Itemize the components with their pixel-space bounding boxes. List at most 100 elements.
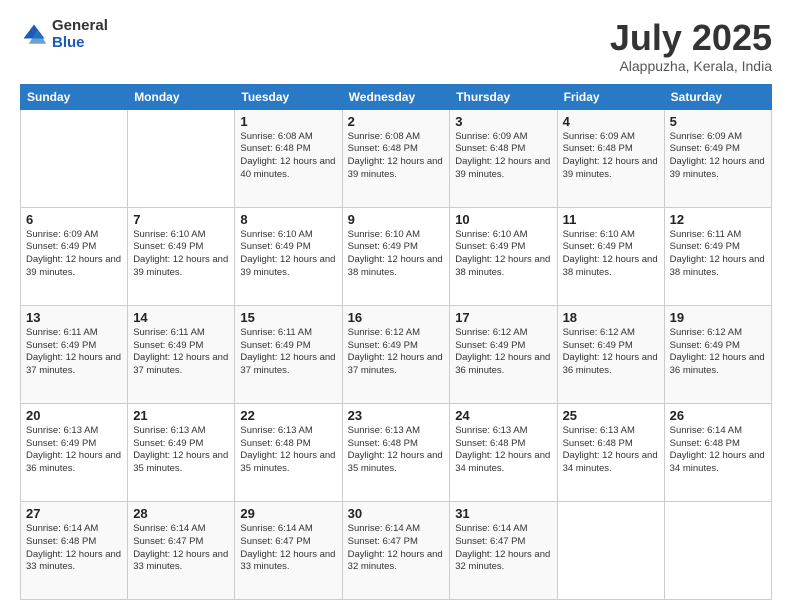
day-number: 16 <box>348 310 445 325</box>
weekday-header-sunday: Sunday <box>21 84 128 109</box>
day-info: Sunrise: 6:13 AM Sunset: 6:49 PM Dayligh… <box>133 425 229 476</box>
day-number: 21 <box>133 408 229 423</box>
weekday-header-saturday: Saturday <box>664 84 771 109</box>
calendar-cell: 4 Sunrise: 6:09 AM Sunset: 6:48 PM Daylig… <box>557 109 664 207</box>
calendar-week-3: 13Sunrise: 6:11 AM Sunset: 6:49 PM Dayli… <box>21 305 772 403</box>
title-block: July 2025 Alappuzha, Kerala, India <box>610 18 772 74</box>
day-info: Sunrise: 6:14 AM Sunset: 6:47 PM Dayligh… <box>455 523 551 574</box>
calendar-cell: 27 Sunrise: 6:14 AM Sunset: 6:48 PM Dayli… <box>21 501 128 599</box>
calendar-cell: 24 Sunrise: 6:13 AM Sunset: 6:48 PM Dayli… <box>450 403 557 501</box>
day-info: Sunrise: 6:08 AM Sunset: 6:48 PM Dayligh… <box>240 131 336 182</box>
calendar-cell: 5Sunrise: 6:09 AM Sunset: 6:49 PM Daylig… <box>664 109 771 207</box>
day-number: 23 <box>348 408 445 423</box>
day-number: 19 <box>670 310 766 325</box>
weekday-header-wednesday: Wednesday <box>342 84 450 109</box>
day-number: 2 <box>348 114 445 129</box>
day-number: 7 <box>133 212 229 227</box>
logo-text: General Blue <box>52 18 108 51</box>
day-info: Sunrise: 6:09 AM Sunset: 6:48 PM Dayligh… <box>563 131 659 182</box>
day-info: Sunrise: 6:08 AM Sunset: 6:48 PM Dayligh… <box>348 131 445 182</box>
calendar-cell: 28 Sunrise: 6:14 AM Sunset: 6:47 PM Dayli… <box>128 501 235 599</box>
calendar-cell: 23Sunrise: 6:13 AM Sunset: 6:48 PM Dayli… <box>342 403 450 501</box>
calendar-cell: 10Sunrise: 6:10 AM Sunset: 6:49 PM Dayli… <box>450 207 557 305</box>
calendar-body: 1Sunrise: 6:08 AM Sunset: 6:48 PM Daylig… <box>21 109 772 599</box>
day-info: Sunrise: 6:09 AM Sunset: 6:49 PM Dayligh… <box>26 229 122 280</box>
weekday-header-monday: Monday <box>128 84 235 109</box>
calendar-cell: 3 Sunrise: 6:09 AM Sunset: 6:48 PM Daylig… <box>450 109 557 207</box>
day-number: 4 <box>563 114 659 129</box>
calendar-cell: 25Sunrise: 6:13 AM Sunset: 6:48 PM Dayli… <box>557 403 664 501</box>
day-info: Sunrise: 6:14 AM Sunset: 6:48 PM Dayligh… <box>670 425 766 476</box>
top-bar: General Blue July 2025 Alappuzha, Kerala… <box>20 18 772 74</box>
day-number: 18 <box>563 310 659 325</box>
location-subtitle: Alappuzha, Kerala, India <box>610 58 772 74</box>
day-number: 24 <box>455 408 551 423</box>
day-number: 28 <box>133 506 229 521</box>
day-info: Sunrise: 6:12 AM Sunset: 6:49 PM Dayligh… <box>563 327 659 378</box>
day-number: 11 <box>563 212 659 227</box>
logo-general: General <box>52 18 108 35</box>
day-number: 15 <box>240 310 336 325</box>
calendar-cell <box>128 109 235 207</box>
calendar-cell: 8 Sunrise: 6:10 AM Sunset: 6:49 PM Daylig… <box>235 207 342 305</box>
calendar-cell <box>557 501 664 599</box>
calendar-cell: 1Sunrise: 6:08 AM Sunset: 6:48 PM Daylig… <box>235 109 342 207</box>
calendar-cell: 18 Sunrise: 6:12 AM Sunset: 6:49 PM Dayli… <box>557 305 664 403</box>
calendar-cell: 16 Sunrise: 6:12 AM Sunset: 6:49 PM Dayli… <box>342 305 450 403</box>
day-info: Sunrise: 6:10 AM Sunset: 6:49 PM Dayligh… <box>455 229 551 280</box>
day-info: Sunrise: 6:13 AM Sunset: 6:48 PM Dayligh… <box>455 425 551 476</box>
calendar-header: SundayMondayTuesdayWednesdayThursdayFrid… <box>21 84 772 109</box>
month-title: July 2025 <box>610 18 772 58</box>
calendar-week-2: 6 Sunrise: 6:09 AM Sunset: 6:49 PM Daylig… <box>21 207 772 305</box>
calendar-cell: 31Sunrise: 6:14 AM Sunset: 6:47 PM Dayli… <box>450 501 557 599</box>
day-number: 3 <box>455 114 551 129</box>
day-info: Sunrise: 6:12 AM Sunset: 6:49 PM Dayligh… <box>348 327 445 378</box>
day-info: Sunrise: 6:11 AM Sunset: 6:49 PM Dayligh… <box>670 229 766 280</box>
logo-blue: Blue <box>52 35 108 52</box>
calendar-cell <box>21 109 128 207</box>
day-number: 27 <box>26 506 122 521</box>
weekday-header-thursday: Thursday <box>450 84 557 109</box>
day-info: Sunrise: 6:13 AM Sunset: 6:49 PM Dayligh… <box>26 425 122 476</box>
day-info: Sunrise: 6:09 AM Sunset: 6:48 PM Dayligh… <box>455 131 551 182</box>
day-number: 30 <box>348 506 445 521</box>
calendar-week-5: 27 Sunrise: 6:14 AM Sunset: 6:48 PM Dayli… <box>21 501 772 599</box>
day-number: 22 <box>240 408 336 423</box>
calendar-cell: 19 Sunrise: 6:12 AM Sunset: 6:49 PM Dayli… <box>664 305 771 403</box>
weekday-row: SundayMondayTuesdayWednesdayThursdayFrid… <box>21 84 772 109</box>
page: General Blue July 2025 Alappuzha, Kerala… <box>0 0 792 612</box>
calendar-cell <box>664 501 771 599</box>
day-number: 6 <box>26 212 122 227</box>
day-number: 17 <box>455 310 551 325</box>
day-info: Sunrise: 6:14 AM Sunset: 6:48 PM Dayligh… <box>26 523 122 574</box>
calendar-cell: 15 Sunrise: 6:11 AM Sunset: 6:49 PM Dayli… <box>235 305 342 403</box>
day-info: Sunrise: 6:12 AM Sunset: 6:49 PM Dayligh… <box>670 327 766 378</box>
day-info: Sunrise: 6:11 AM Sunset: 6:49 PM Dayligh… <box>26 327 122 378</box>
calendar-cell: 29Sunrise: 6:14 AM Sunset: 6:47 PM Dayli… <box>235 501 342 599</box>
calendar-cell: 9Sunrise: 6:10 AM Sunset: 6:49 PM Daylig… <box>342 207 450 305</box>
calendar-cell: 17 Sunrise: 6:12 AM Sunset: 6:49 PM Dayli… <box>450 305 557 403</box>
day-number: 8 <box>240 212 336 227</box>
calendar-cell: 14Sunrise: 6:11 AM Sunset: 6:49 PM Dayli… <box>128 305 235 403</box>
weekday-header-friday: Friday <box>557 84 664 109</box>
day-number: 25 <box>563 408 659 423</box>
calendar-cell: 30Sunrise: 6:14 AM Sunset: 6:47 PM Dayli… <box>342 501 450 599</box>
day-info: Sunrise: 6:09 AM Sunset: 6:49 PM Dayligh… <box>670 131 766 182</box>
day-info: Sunrise: 6:14 AM Sunset: 6:47 PM Dayligh… <box>240 523 336 574</box>
calendar-cell: 20 Sunrise: 6:13 AM Sunset: 6:49 PM Dayli… <box>21 403 128 501</box>
day-info: Sunrise: 6:14 AM Sunset: 6:47 PM Dayligh… <box>133 523 229 574</box>
day-info: Sunrise: 6:12 AM Sunset: 6:49 PM Dayligh… <box>455 327 551 378</box>
day-number: 14 <box>133 310 229 325</box>
calendar-cell: 7Sunrise: 6:10 AM Sunset: 6:49 PM Daylig… <box>128 207 235 305</box>
day-number: 12 <box>670 212 766 227</box>
day-info: Sunrise: 6:10 AM Sunset: 6:49 PM Dayligh… <box>240 229 336 280</box>
calendar-week-1: 1Sunrise: 6:08 AM Sunset: 6:48 PM Daylig… <box>21 109 772 207</box>
day-info: Sunrise: 6:10 AM Sunset: 6:49 PM Dayligh… <box>348 229 445 280</box>
calendar-cell: 26Sunrise: 6:14 AM Sunset: 6:48 PM Dayli… <box>664 403 771 501</box>
logo-icon <box>20 21 48 49</box>
calendar-cell: 12 Sunrise: 6:11 AM Sunset: 6:49 PM Dayli… <box>664 207 771 305</box>
day-info: Sunrise: 6:11 AM Sunset: 6:49 PM Dayligh… <box>240 327 336 378</box>
calendar: SundayMondayTuesdayWednesdayThursdayFrid… <box>20 84 772 600</box>
day-number: 20 <box>26 408 122 423</box>
weekday-header-tuesday: Tuesday <box>235 84 342 109</box>
